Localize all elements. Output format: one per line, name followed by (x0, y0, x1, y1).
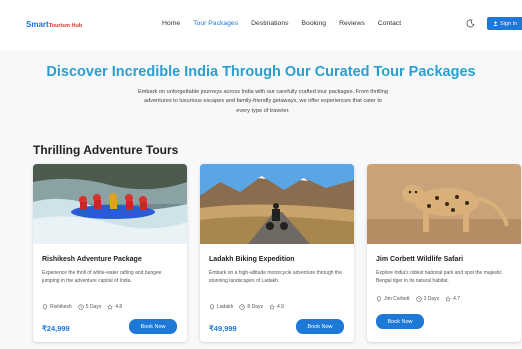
book-now-button[interactable]: Book Now (376, 314, 424, 329)
card-rating: 4.7 (453, 296, 461, 302)
section-title: Thrilling Adventure Tours (33, 143, 179, 157)
card-title: Ladakh Biking Expedition (209, 256, 295, 263)
top-navbar: SmartTourism Hub Home Tour Packages Dest… (0, 0, 522, 50)
clock-icon (78, 304, 84, 310)
clock-icon (239, 304, 246, 310)
logo-main: Smart (26, 20, 49, 29)
logo-sub: Tourism Hub (48, 23, 83, 29)
moon-icon[interactable] (466, 19, 475, 28)
card-location: Rishikesh (50, 304, 72, 310)
sign-in-label: Sign In (500, 20, 518, 27)
card-duration: 3 Days (423, 296, 440, 302)
nav-home[interactable]: Home (162, 20, 180, 27)
card-location: Jim Corbett (384, 296, 410, 302)
card-price: ₹49,999 (209, 324, 237, 333)
card-rating: 4.9 (276, 304, 284, 310)
card-location: Ladakh (217, 304, 234, 310)
nav-booking[interactable]: Booking (302, 20, 327, 27)
main-nav: Home Tour Packages Destinations Booking … (162, 20, 401, 27)
logo[interactable]: SmartTourism Hub (26, 20, 82, 29)
nav-destinations[interactable]: Destinations (251, 20, 288, 27)
card-title: Rishikesh Adventure Package (42, 256, 142, 263)
star-icon (445, 296, 452, 302)
card-description: Experience the thrill of white-water raf… (42, 270, 162, 285)
card-meta: Rishikesh 5 Days 4.8 (42, 304, 122, 310)
book-now-button[interactable]: Book Now (129, 319, 177, 334)
card-meta: Ladakh 8 Days 4.9 (209, 304, 284, 310)
card-description: Embark on a high-altitude motorcycle adv… (209, 270, 342, 285)
sign-in-button[interactable]: Sign In (487, 17, 522, 30)
card-title: Jim Corbett Wildlife Safari (376, 256, 464, 263)
card-description: Explore India's oldest national park and… (376, 270, 503, 285)
tour-card-ladakh[interactable]: Ladakh Biking Expedition Embark on a hig… (200, 164, 354, 342)
card-duration: 8 Days (247, 304, 263, 310)
book-now-button[interactable]: Book Now (296, 319, 344, 334)
star-icon (268, 304, 275, 310)
card-rating: 4.8 (115, 304, 123, 310)
nav-contact[interactable]: Contact (378, 20, 401, 27)
clock-icon (415, 296, 422, 302)
location-icon (42, 304, 48, 310)
location-icon (209, 304, 215, 310)
tour-card-jim-corbett[interactable]: Jim Corbett Wildlife Safari Explore Indi… (367, 164, 521, 342)
location-icon (376, 296, 382, 302)
nav-reviews[interactable]: Reviews (339, 20, 365, 27)
star-icon (107, 304, 114, 310)
card-meta: Jim Corbett 3 Days 4.7 (376, 296, 460, 302)
nav-tour-packages[interactable]: Tour Packages (193, 20, 238, 27)
hero-description: Embark on unforgettable journeys across … (138, 89, 388, 114)
ladakh-biking-image (200, 164, 354, 244)
card-price: ₹24,999 (42, 324, 70, 333)
page-title: Discover Incredible India Through Our Cu… (46, 64, 476, 80)
leopard-image (367, 164, 521, 244)
user-icon (493, 21, 498, 26)
card-duration: 5 Days (85, 304, 102, 310)
rafting-image (33, 164, 187, 244)
tour-card-rishikesh[interactable]: Rishikesh Adventure Package Experience t… (33, 164, 187, 342)
